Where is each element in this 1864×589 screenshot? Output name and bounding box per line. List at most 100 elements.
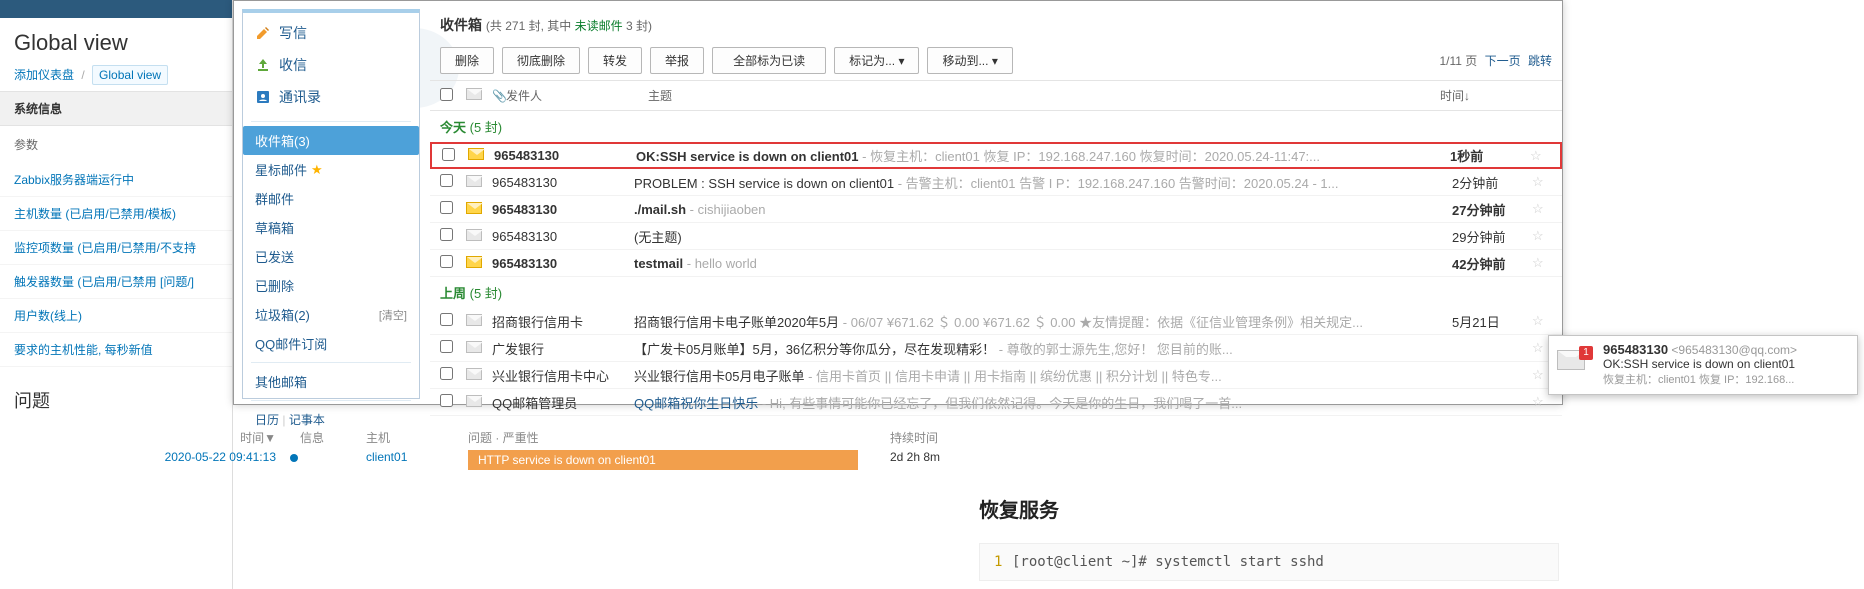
mail-row[interactable]: 965483130PROBLEM : SSH service is down o… — [430, 169, 1562, 196]
row-checkbox[interactable] — [440, 255, 453, 268]
row-subject: QQ邮箱祝你生日快乐 - Hi, 有些事情可能你已经忘了，但我们依然记得。今天是… — [634, 393, 1452, 412]
row-checkbox[interactable] — [440, 340, 453, 353]
zabbix-panel: Global view 添加仪表盘 / Global view 系统信息 参数 … — [0, 0, 233, 589]
row-time: 29分钟前 — [1452, 227, 1532, 246]
row-checkbox[interactable] — [440, 313, 453, 326]
group-lastweek[interactable]: 上周 (5 封) — [430, 277, 1562, 308]
star-icon[interactable]: ☆ — [1532, 255, 1552, 271]
star-icon[interactable]: ☆ — [1530, 148, 1550, 164]
receive-button[interactable]: 收信 — [243, 49, 419, 81]
envelope-icon — [466, 256, 482, 268]
row-subject: 【广发卡05月账单】5月，36亿积分等你瓜分，尽在发现精彩！ - 尊敬的郭士源先… — [634, 339, 1452, 358]
envelope-icon — [466, 314, 482, 326]
folder-subscr[interactable]: QQ邮件订阅 — [243, 329, 419, 358]
folder-deleted[interactable]: 已删除 — [243, 271, 419, 300]
forward-button[interactable]: 转发 — [588, 47, 642, 74]
select-all-checkbox[interactable] — [440, 88, 453, 101]
receive-label: 收信 — [279, 55, 307, 75]
star-icon[interactable]: ☆ — [1532, 174, 1552, 190]
sysinfo-link[interactable]: 用户数(线上) — [0, 299, 232, 333]
row-sender: 招商银行信用卡 — [492, 312, 634, 331]
perm-delete-button[interactable]: 彻底删除 — [502, 47, 580, 74]
row-time: 2分钟前 — [1452, 173, 1532, 192]
folder-other[interactable]: 其他邮箱 — [243, 367, 419, 396]
compose-label: 写信 — [279, 23, 307, 43]
contacts-button[interactable]: 通讯录 — [243, 81, 419, 113]
folder-inbox[interactable]: 收件箱(3) — [243, 126, 419, 155]
mark-as-button[interactable]: 标记为... ▾ — [834, 47, 919, 74]
mark-read-button[interactable]: 全部标为已读 — [712, 47, 826, 74]
envelope-icon — [466, 175, 482, 187]
row-checkbox[interactable] — [440, 201, 453, 214]
mail-row[interactable]: 广发银行【广发卡05月账单】5月，36亿积分等你瓜分，尽在发现精彩！ - 尊敬的… — [430, 335, 1562, 362]
chevron-down-icon: ▾ — [898, 54, 904, 68]
row-checkbox[interactable] — [442, 148, 455, 161]
col-subject[interactable]: 主题 — [648, 87, 1440, 104]
envelope-icon — [466, 395, 482, 407]
sysinfo-link[interactable]: 触发器数量 (已启用/已禁用 [问题/] — [0, 265, 232, 299]
delete-button[interactable]: 删除 — [440, 47, 494, 74]
row-subject: ./mail.sh - cishijiaoben — [634, 202, 1452, 217]
mail-row[interactable]: 招商银行信用卡招商银行信用卡电子账单2020年5月 - 06/07 ¥671.6… — [430, 308, 1562, 335]
breadcrumb-add[interactable]: 添加仪表盘 — [14, 68, 74, 82]
row-checkbox[interactable] — [440, 174, 453, 187]
clear-junk[interactable]: [清空] — [379, 307, 407, 323]
mail-row[interactable]: 965483130testmail - hello world42分钟前☆ — [430, 250, 1562, 277]
row-sender: 965483130 — [492, 175, 634, 190]
problems-heading: 问题 — [0, 367, 232, 419]
mail-row[interactable]: 965483130./mail.sh - cishijiaoben27分钟前☆ — [430, 196, 1562, 223]
row-checkbox[interactable] — [440, 228, 453, 241]
folder-sent[interactable]: 已发送 — [243, 242, 419, 271]
unread-link[interactable]: 未读邮件 — [575, 19, 623, 33]
problem-duration: 2d 2h 8m — [884, 450, 1004, 470]
problem-time[interactable]: 2020-05-22 09:41:13 — [165, 450, 276, 464]
table-row[interactable]: 2020-05-22 09:41:13 client01 HTTP servic… — [130, 450, 1864, 470]
row-time: 42分钟前 — [1452, 254, 1532, 273]
mail-row[interactable]: 965483130(无主题)29分钟前☆ — [430, 223, 1562, 250]
star-icon[interactable]: ☆ — [1532, 313, 1552, 329]
col-time[interactable]: 时间↓ — [1440, 87, 1532, 104]
folder-junk[interactable]: 垃圾箱(2)[清空] — [243, 300, 419, 329]
folder-starred[interactable]: 星标邮件★ — [243, 155, 419, 184]
problem-badge[interactable]: HTTP service is down on client01 — [468, 450, 858, 470]
calendar-link[interactable]: 日历 — [255, 413, 279, 427]
mail-content: 收件箱 (共 271 封, 其中 未读邮件 3 封) 删除 彻底删除 转发 举报… — [430, 9, 1562, 404]
row-sender: 965483130 — [492, 202, 634, 217]
mail-row[interactable]: 兴业银行信用卡中心兴业银行信用卡05月电子账单 - 信用卡首页 || 信用卡申请… — [430, 362, 1562, 389]
addressbook-icon — [255, 89, 271, 105]
sysinfo-link[interactable]: 主机数量 (已启用/已禁用/模板) — [0, 197, 232, 231]
row-checkbox[interactable] — [440, 367, 453, 380]
report-button[interactable]: 举报 — [650, 47, 704, 74]
notes-link[interactable]: 记事本 — [289, 413, 325, 427]
mail-window: 写信 收信 通讯录 收件箱(3) 星标邮件★ 群邮件 草稿箱 已发送 已删除 垃… — [233, 0, 1563, 405]
row-sender: 兴业银行信用卡中心 — [492, 366, 634, 385]
envelope-icon — [468, 148, 484, 160]
group-today[interactable]: 今天 (5 封) — [430, 111, 1562, 142]
col-duration: 持续时间 — [884, 429, 1004, 446]
jump-page[interactable]: 跳转 — [1528, 54, 1552, 68]
breadcrumb-current[interactable]: Global view — [92, 65, 168, 85]
row-sender: 965483130 — [494, 148, 636, 163]
move-to-button[interactable]: 移动到... ▾ — [927, 47, 1012, 74]
row-checkbox[interactable] — [440, 394, 453, 407]
envelope-icon — [466, 229, 482, 241]
timeline-dot-icon — [290, 454, 298, 462]
mail-row[interactable]: 965483130OK:SSH service is down on clien… — [430, 142, 1562, 169]
sysinfo-link[interactable]: Zabbix服务器端运行中 — [0, 163, 232, 197]
folder-group[interactable]: 群邮件 — [243, 184, 419, 213]
col-sender[interactable]: 发件人 — [506, 87, 648, 104]
star-icon[interactable]: ☆ — [1532, 394, 1552, 410]
next-page[interactable]: 下一页 — [1485, 54, 1521, 68]
sysinfo-link[interactable]: 要求的主机性能, 每秒新值 — [0, 333, 232, 367]
compose-button[interactable]: 写信 — [243, 17, 419, 49]
star-icon[interactable]: ☆ — [1532, 201, 1552, 217]
contacts-label: 通讯录 — [279, 87, 321, 107]
star-icon[interactable]: ☆ — [1532, 228, 1552, 244]
mail-row[interactable]: QQ邮箱管理员QQ邮箱祝你生日快乐 - Hi, 有些事情可能你已经忘了，但我们依… — [430, 389, 1562, 416]
sysinfo-link[interactable]: 监控项数量 (已启用/已禁用/不支持 — [0, 231, 232, 265]
mail-sidebar: 写信 收信 通讯录 收件箱(3) 星标邮件★ 群邮件 草稿箱 已发送 已删除 垃… — [242, 9, 420, 399]
breadcrumb: 添加仪表盘 / Global view — [0, 66, 232, 91]
notification-popup[interactable]: 1 965483130 <965483130@qq.com> OK:SSH se… — [1548, 335, 1858, 395]
problem-host[interactable]: client01 — [366, 450, 407, 464]
folder-drafts[interactable]: 草稿箱 — [243, 213, 419, 242]
